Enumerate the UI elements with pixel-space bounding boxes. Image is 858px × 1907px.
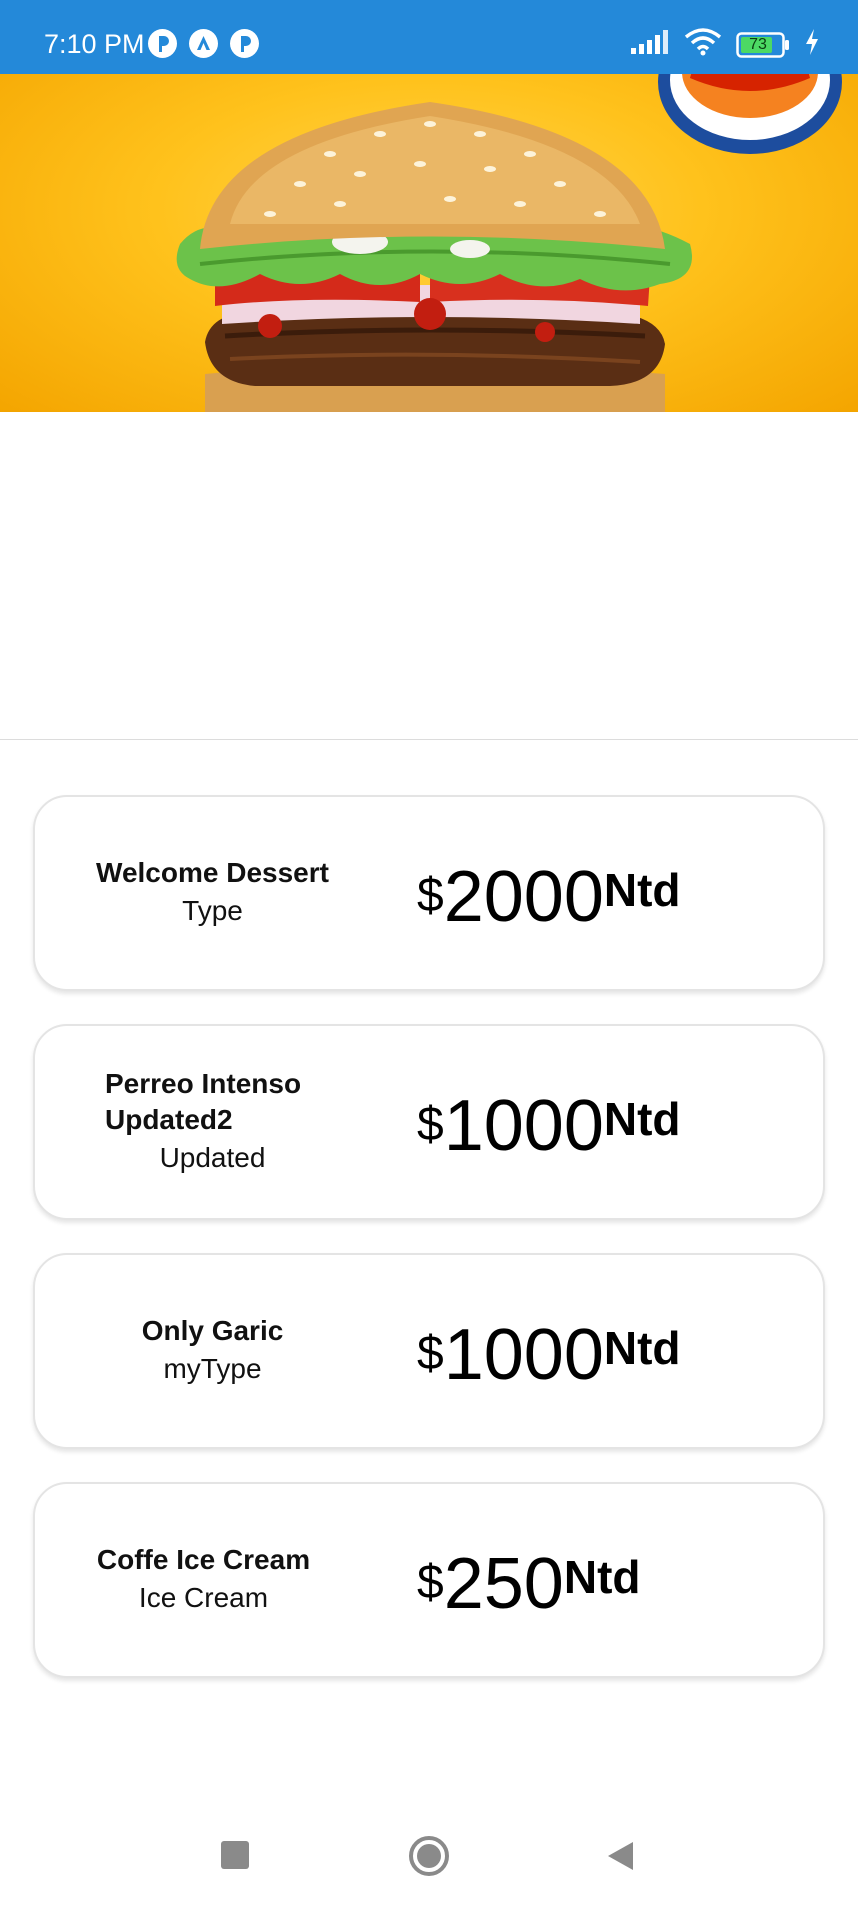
product-price: $ 1000 Ntd [417, 1026, 681, 1218]
product-info: Welcome Dessert Type [35, 797, 390, 989]
header-card [0, 412, 858, 740]
price-amount: 2000 [443, 857, 604, 937]
battery-icon: 73 [736, 31, 790, 58]
p-circle-icon [230, 29, 259, 58]
burger-banner [0, 74, 858, 412]
status-time: 7:10 PM [44, 29, 145, 59]
product-list: Welcome Dessert Type $ 2000 Ntd Perreo I… [33, 795, 825, 1711]
status-bar: 7:10 PM 73 [0, 0, 858, 74]
product-info: Perreo Intenso Updated2 Updated [35, 1026, 390, 1218]
price-amount: 1000 [443, 1086, 604, 1166]
p-circle-icon [148, 29, 177, 58]
arrow-up-circle-icon [189, 29, 218, 58]
price-symbol: $ [417, 1098, 444, 1151]
product-name: Only Garic [141, 1315, 284, 1346]
home-circle-icon[interactable] [408, 1835, 450, 1882]
product-card[interactable]: Only Garic myType $ 1000 Ntd [33, 1253, 825, 1449]
burger-image [176, 74, 842, 412]
notification-icons [148, 29, 259, 58]
product-card[interactable]: Coffe Ice Cream Ice Cream $ 250 Ntd [33, 1482, 825, 1678]
system-nav-bar [0, 1810, 858, 1907]
price-symbol: $ [417, 1556, 444, 1609]
price-unit: Ntd [603, 864, 681, 916]
price-unit: Ntd [603, 1322, 681, 1374]
price-symbol: $ [417, 869, 444, 922]
signal-icon [630, 29, 670, 60]
brand-logo-icon [658, 74, 842, 154]
product-name: Coffe Ice Cream [96, 1544, 311, 1575]
product-type: myType [163, 1353, 262, 1384]
price-symbol: $ [417, 1327, 444, 1380]
product-name: Perreo Intenso Updated2 [105, 1068, 302, 1135]
product-info: Only Garic myType [35, 1255, 390, 1447]
charging-icon [804, 28, 820, 61]
product-type: Updated [159, 1142, 266, 1173]
price-amount: 250 [443, 1544, 564, 1624]
product-info: Coffe Ice Cream Ice Cream [35, 1484, 372, 1676]
product-price: $ 1000 Ntd [417, 1255, 681, 1447]
product-price: $ 2000 Ntd [417, 797, 681, 989]
system-icons: 73 [630, 28, 820, 61]
product-type: Type [182, 895, 243, 926]
back-triangle-icon[interactable] [605, 1840, 635, 1877]
product-card[interactable]: Perreo Intenso Updated2 Updated $ 1000 N… [33, 1024, 825, 1220]
battery-level: 73 [749, 35, 767, 53]
recents-square-icon[interactable] [220, 1840, 250, 1875]
price-amount: 1000 [443, 1315, 604, 1395]
product-price: $ 250 Ntd [417, 1484, 640, 1676]
wifi-icon [684, 28, 722, 61]
product-type: Ice Cream [138, 1582, 269, 1613]
product-name: Welcome Dessert [96, 857, 329, 888]
price-unit: Ntd [563, 1551, 641, 1603]
price-unit: Ntd [603, 1093, 681, 1145]
app-screen: 7:10 PM 73 Welcome Dessert Type $ 2000 N… [0, 0, 858, 1907]
product-card[interactable]: Welcome Dessert Type $ 2000 Ntd [33, 795, 825, 991]
